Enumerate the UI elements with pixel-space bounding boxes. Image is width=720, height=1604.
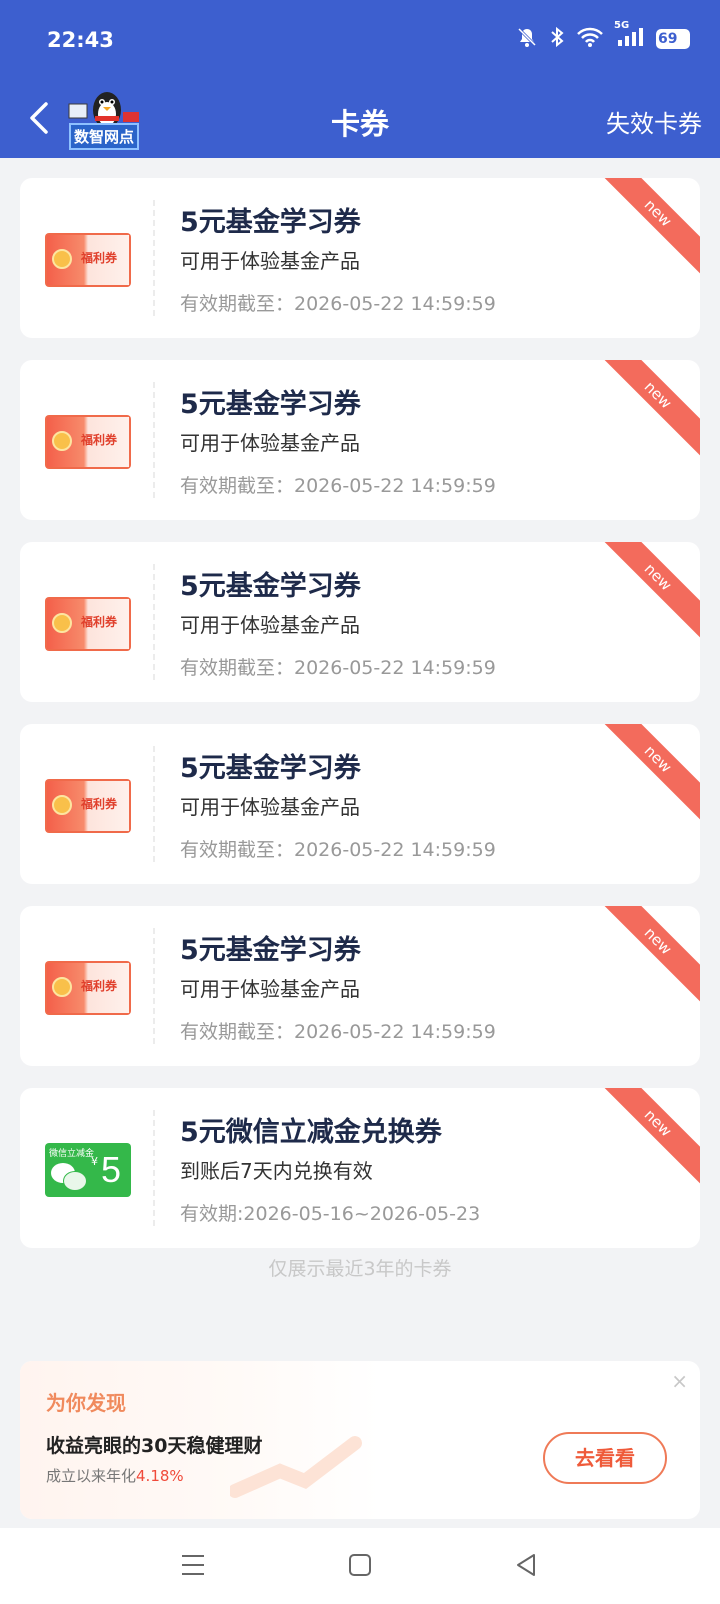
coupon-description: 可用于体验基金产品 bbox=[180, 977, 360, 1001]
coupon-image-label: 福利券 bbox=[81, 615, 118, 629]
coin-icon bbox=[52, 249, 72, 269]
signal-icon: 5G bbox=[614, 20, 644, 52]
coupon-image-label: 微信立减金 bbox=[49, 1149, 95, 1159]
coupon-card[interactable]: 福利券 5元基金学习券 可用于体验基金产品 有效期截至：2026-05-22 1… bbox=[20, 360, 700, 520]
coupon-description: 可用于体验基金产品 bbox=[180, 613, 360, 637]
promo-card[interactable]: 为你发现 收益亮眼的30天稳健理财 成立以来年化4.18% × 去看看 bbox=[20, 1361, 700, 1519]
coupon-description: 到账后7天内兑换有效 bbox=[180, 1159, 373, 1183]
promo-subtitle: 成立以来年化4.18% bbox=[46, 1465, 184, 1486]
currency-symbol: ¥ bbox=[91, 1155, 98, 1168]
coin-icon bbox=[52, 613, 72, 633]
coupon-expiry: 有效期截至：2026-05-22 14:59:59 bbox=[180, 657, 496, 679]
new-badge: new bbox=[592, 360, 700, 461]
dashed-divider bbox=[153, 746, 155, 862]
status-time: 22:43 bbox=[47, 28, 114, 52]
promo-subtitle-prefix: 成立以来年化 bbox=[46, 1467, 137, 1485]
coupon-expiry: 有效期截至：2026-05-22 14:59:59 bbox=[180, 839, 496, 861]
dashed-divider bbox=[153, 1110, 155, 1226]
coupon-title: 5元基金学习券 bbox=[180, 389, 361, 420]
coupon-expiry: 有效期:2026-05-16~2026-05-23 bbox=[180, 1203, 481, 1225]
welfare-coupon-image: 福利券 bbox=[45, 233, 131, 287]
dashed-divider bbox=[153, 928, 155, 1044]
wechat-bubble-icon bbox=[63, 1171, 87, 1191]
promo-tag: 为你发现 bbox=[46, 1391, 126, 1415]
coupon-title: 5元基金学习券 bbox=[180, 571, 361, 602]
view-button[interactable]: 去看看 bbox=[543, 1432, 667, 1484]
coupon-image-label: 福利券 bbox=[81, 251, 118, 265]
new-badge: new bbox=[592, 542, 700, 643]
coupon-card[interactable]: 微信立减金 ¥ 5 5元微信立减金兑换券 到账后7天内兑换有效 有效期:2026… bbox=[20, 1088, 700, 1248]
new-badge: new bbox=[592, 1088, 700, 1189]
new-badge: new bbox=[592, 724, 700, 825]
welfare-coupon-image: 福利券 bbox=[45, 415, 131, 469]
battery-icon: 69 bbox=[656, 29, 690, 49]
promo-rate: 4.18% bbox=[136, 1467, 184, 1485]
home-square-icon bbox=[349, 1554, 371, 1576]
invalid-coupons-link[interactable]: 失效卡券 bbox=[606, 104, 702, 139]
status-icons: 5G 69 bbox=[516, 20, 690, 52]
mute-bell-icon bbox=[516, 26, 538, 52]
coupon-image-label: 福利券 bbox=[81, 433, 118, 447]
menu-nav-button[interactable] bbox=[178, 1550, 208, 1580]
coupon-expiry: 有效期截至：2026-05-22 14:59:59 bbox=[180, 293, 496, 315]
coupon-card[interactable]: 福利券 5元基金学习券 可用于体验基金产品 有效期截至：2026-05-22 1… bbox=[20, 178, 700, 338]
home-nav-button[interactable] bbox=[345, 1550, 375, 1580]
menu-icon bbox=[182, 1555, 204, 1575]
history-note: 仅展示最近3年的卡券 bbox=[268, 1258, 452, 1280]
coupon-expiry: 有效期截至：2026-05-22 14:59:59 bbox=[180, 1021, 496, 1043]
coupon-title: 5元基金学习券 bbox=[180, 207, 361, 238]
coupon-expiry: 有效期截至：2026-05-22 14:59:59 bbox=[180, 475, 496, 497]
coupon-title: 5元基金学习券 bbox=[180, 935, 361, 966]
back-nav-button[interactable] bbox=[512, 1550, 542, 1580]
promo-title: 收益亮眼的30天稳健理财 bbox=[46, 1435, 263, 1457]
coupon-card[interactable]: 福利券 5元基金学习券 可用于体验基金产品 有效期截至：2026-05-22 1… bbox=[20, 906, 700, 1066]
coin-icon bbox=[52, 795, 72, 815]
coupon-description: 可用于体验基金产品 bbox=[180, 795, 360, 819]
network-type: 5G bbox=[614, 20, 630, 31]
coupon-image-value: 5 bbox=[101, 1149, 122, 1190]
coin-icon bbox=[52, 977, 72, 997]
welfare-coupon-image: 福利券 bbox=[45, 961, 131, 1015]
dashed-divider bbox=[153, 564, 155, 680]
dashed-divider bbox=[153, 200, 155, 316]
welfare-coupon-image: 福利券 bbox=[45, 779, 131, 833]
coupon-description: 可用于体验基金产品 bbox=[180, 431, 360, 455]
coin-icon bbox=[52, 431, 72, 451]
new-badge: new bbox=[592, 906, 700, 1007]
coupon-title: 5元基金学习券 bbox=[180, 753, 361, 784]
wifi-icon bbox=[576, 26, 604, 52]
coupon-title: 5元微信立减金兑换券 bbox=[180, 1117, 442, 1148]
coupon-card[interactable]: 福利券 5元基金学习券 可用于体验基金产品 有效期截至：2026-05-22 1… bbox=[20, 542, 700, 702]
app-header: 22:43 5G 69 数智网点 卡券 失效卡券 bbox=[0, 0, 720, 158]
welfare-coupon-image: 福利券 bbox=[45, 597, 131, 651]
close-icon[interactable]: × bbox=[671, 1369, 688, 1393]
coupon-image-label: 福利券 bbox=[81, 979, 118, 993]
dashed-divider bbox=[153, 382, 155, 498]
back-triangle-icon bbox=[517, 1554, 535, 1576]
coupon-image-label: 福利券 bbox=[81, 797, 118, 811]
new-badge: new bbox=[592, 178, 700, 279]
bluetooth-icon bbox=[550, 26, 564, 52]
coupon-description: 可用于体验基金产品 bbox=[180, 249, 360, 273]
system-nav-bar bbox=[0, 1528, 720, 1604]
wechat-discount-image: 微信立减金 ¥ 5 bbox=[45, 1143, 131, 1197]
coupon-card[interactable]: 福利券 5元基金学习券 可用于体验基金产品 有效期截至：2026-05-22 1… bbox=[20, 724, 700, 884]
coupon-list: 福利券 5元基金学习券 可用于体验基金产品 有效期截至：2026-05-22 1… bbox=[20, 178, 700, 1270]
